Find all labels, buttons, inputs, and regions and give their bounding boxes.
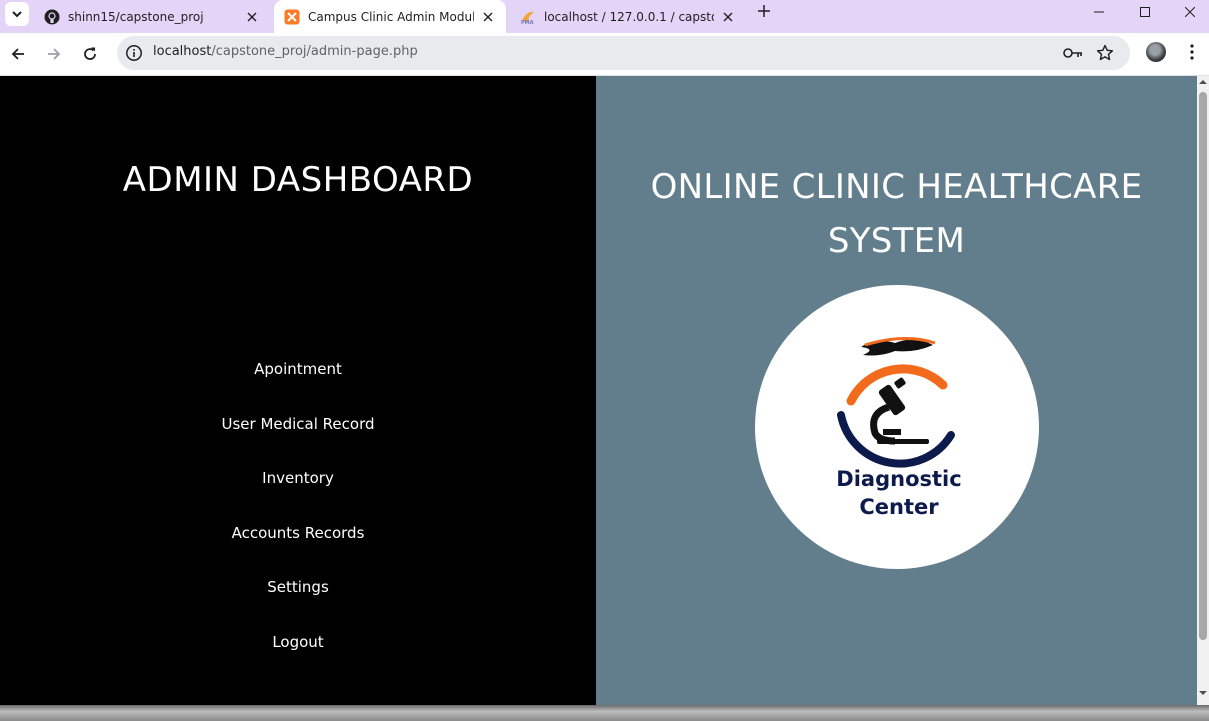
maximize-button[interactable] (1122, 0, 1168, 24)
system-title-line2: SYSTEM (827, 221, 966, 261)
close-icon[interactable] (244, 9, 260, 25)
scroll-up-arrow-icon[interactable] (1199, 78, 1207, 86)
system-title: ONLINE CLINIC HEALTHCARE SYSTEM (596, 160, 1197, 268)
desktop-background (0, 705, 1209, 721)
reload-icon (84, 47, 96, 60)
clinic-logo: Diagnostic Center (755, 285, 1039, 569)
tab-search-button[interactable] (5, 2, 29, 26)
close-icon[interactable] (480, 9, 496, 25)
menu-item-logout[interactable]: Logout (0, 630, 596, 685)
close-icon (1185, 7, 1195, 17)
scrollbar-thumb[interactable] (1199, 92, 1207, 640)
address-bar[interactable]: localhost/capstone_proj/admin-page.php (117, 36, 1130, 70)
forward-button[interactable] (40, 40, 68, 68)
profile-avatar[interactable] (1146, 42, 1166, 62)
browser-tab-phpmyadmin[interactable]: PMA localhost / 127.0.0.1 / capstone_ (510, 0, 746, 33)
url-host: localhost (153, 44, 212, 59)
close-icon[interactable] (720, 9, 736, 25)
admin-menu: Apointment User Medical Record Inventory… (0, 357, 596, 685)
github-icon (44, 9, 60, 25)
key-icon (1063, 48, 1082, 58)
microscope-icon (870, 377, 929, 445)
site-info-icon[interactable] (125, 44, 143, 62)
browser-tab-strip: shinn15/capstone_proj Campus Clinic Admi… (0, 0, 1209, 33)
tab-title: shinn15/capstone_proj (68, 9, 204, 24)
back-button[interactable] (4, 40, 32, 68)
admin-sidebar: ADMIN DASHBOARD Apointment User Medical … (0, 76, 596, 705)
browser-menu-button[interactable] (1182, 42, 1202, 62)
browser-tab-admin-module[interactable]: Campus Clinic Admin Module (274, 0, 506, 33)
logo-text-line1: Diagnostic (836, 467, 961, 491)
menu-item-user-medical-record[interactable]: User Medical Record (0, 412, 596, 467)
phpmyadmin-icon: PMA (520, 9, 536, 25)
tab-title: Campus Clinic Admin Module (308, 9, 474, 24)
system-panel: ONLINE CLINIC HEALTHCARE SYSTEM Diagnost… (596, 76, 1197, 705)
url-text[interactable]: localhost/capstone_proj/admin-page.php (153, 44, 418, 59)
browser-tab-github[interactable]: shinn15/capstone_proj (34, 0, 270, 33)
bookmark-button[interactable] (1095, 44, 1115, 62)
dashboard-title: ADMIN DASHBOARD (122, 160, 474, 200)
diagnostic-center-logo: Diagnostic Center (836, 336, 962, 519)
reload-button[interactable] (76, 40, 104, 68)
arrow-left-icon (11, 48, 24, 60)
menu-item-accounts-records[interactable]: Accounts Records (0, 521, 596, 576)
url-path: /capstone_proj/admin-page.php (211, 44, 418, 59)
star-icon (1096, 44, 1114, 61)
plus-icon (758, 5, 770, 17)
browser-toolbar: localhost/capstone_proj/admin-page.php (0, 33, 1209, 76)
chevron-down-icon (12, 11, 22, 18)
more-vert-icon (1190, 44, 1194, 60)
menu-item-appointment[interactable]: Apointment (0, 357, 596, 412)
system-title-line1: ONLINE CLINIC HEALTHCARE (650, 167, 1143, 207)
svg-text:PMA: PMA (521, 20, 534, 25)
menu-item-inventory[interactable]: Inventory (0, 466, 596, 521)
minimize-button[interactable] (1076, 0, 1122, 24)
page-scrollbar[interactable] (1197, 76, 1209, 705)
minimize-icon (1094, 11, 1104, 13)
close-window-button[interactable] (1167, 0, 1209, 24)
page-viewport: ADMIN DASHBOARD Apointment User Medical … (0, 76, 1197, 705)
menu-item-settings[interactable]: Settings (0, 575, 596, 630)
tab-title: localhost / 127.0.0.1 / capstone_ (544, 9, 714, 24)
password-key-button[interactable] (1063, 44, 1083, 62)
maximize-icon (1140, 7, 1150, 17)
xampp-icon (284, 9, 300, 25)
scroll-down-arrow-icon[interactable] (1199, 689, 1207, 697)
new-tab-button[interactable] (752, 0, 776, 23)
logo-text-line2: Center (859, 495, 939, 519)
arrow-right-icon (48, 48, 61, 60)
